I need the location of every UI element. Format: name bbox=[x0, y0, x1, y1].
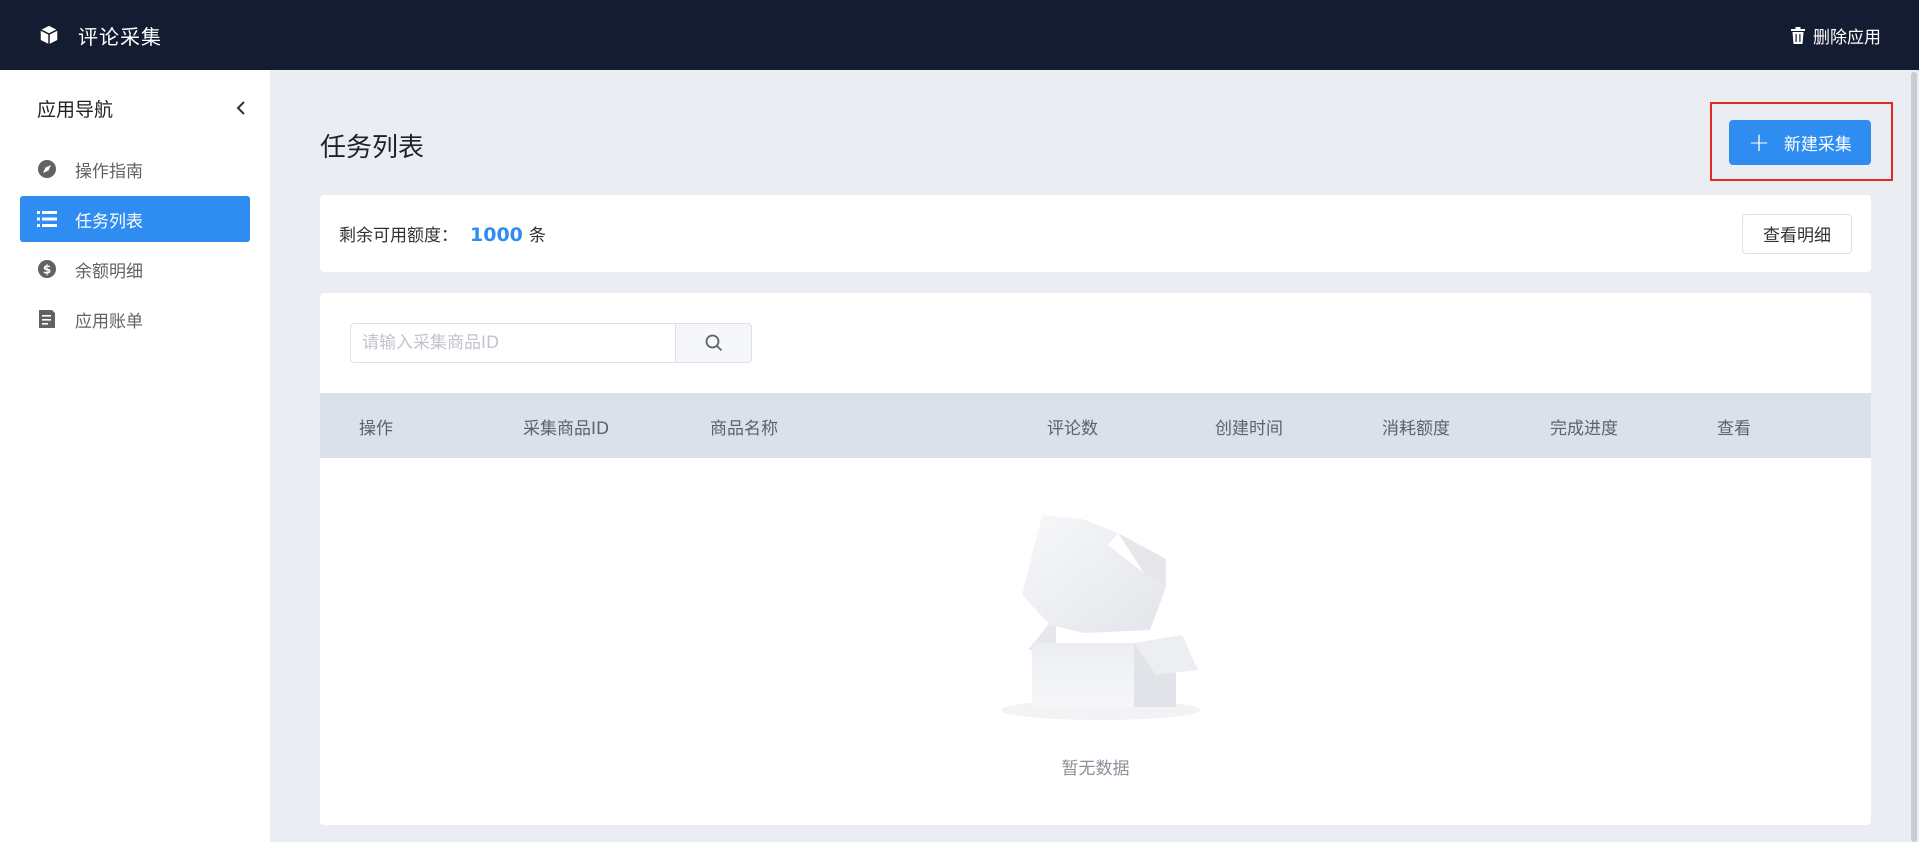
task-table-card: 操作 采集商品ID 商品名称 评论数 创建时间 消耗额度 完成进度 查看 bbox=[320, 293, 1871, 825]
sidebar-item-tasks[interactable]: 任务列表 bbox=[20, 196, 250, 242]
search-bar bbox=[350, 323, 752, 363]
sidebar-item-balance[interactable]: $ 余额明细 bbox=[20, 246, 250, 292]
sidebar-heading: 应用导航 bbox=[37, 98, 114, 121]
sidebar-item-label: 操作指南 bbox=[75, 161, 143, 182]
new-collection-label: 新建采集 bbox=[1783, 135, 1852, 155]
new-collection-button[interactable]: + 新建采集 bbox=[1729, 120, 1871, 165]
search-button[interactable] bbox=[675, 323, 752, 363]
app-title: 评论采集 bbox=[78, 24, 162, 49]
column-header: 查看 bbox=[1717, 419, 1751, 439]
search-icon bbox=[705, 334, 722, 352]
quota-value: 1000 bbox=[470, 224, 523, 246]
view-details-button[interactable]: 查看明细 bbox=[1742, 213, 1852, 254]
page-title: 任务列表 bbox=[320, 133, 425, 163]
chevron-left-icon bbox=[236, 101, 245, 115]
collapse-sidebar-button[interactable] bbox=[230, 97, 252, 119]
quota-info: 剩余可用额度： 1000 条 bbox=[339, 221, 546, 246]
trash-icon bbox=[1791, 26, 1805, 44]
delete-app-label: 删除应用 bbox=[1813, 27, 1881, 48]
sidebar: 应用导航 操作指南 任务列表 $ 余额明细 应用账单 bbox=[0, 70, 270, 842]
column-header: 操作 bbox=[359, 419, 393, 439]
column-header: 创建时间 bbox=[1215, 419, 1283, 439]
brand: 评论采集 bbox=[38, 21, 162, 50]
dollar-icon: $ bbox=[37, 259, 57, 279]
quota-label: 剩余可用额度： bbox=[339, 226, 458, 246]
column-header: 消耗额度 bbox=[1382, 419, 1450, 439]
delete-app-button[interactable]: 删除应用 bbox=[1790, 23, 1881, 48]
sidebar-item-label: 余额明细 bbox=[75, 261, 143, 282]
sidebar-item-label: 任务列表 bbox=[75, 211, 143, 232]
sidebar-item-guide[interactable]: 操作指南 bbox=[20, 146, 250, 192]
quota-card: 剩余可用额度： 1000 条 查看明细 bbox=[320, 195, 1871, 272]
empty-box-icon bbox=[1001, 515, 1201, 720]
sidebar-item-label: 应用账单 bbox=[75, 311, 143, 332]
column-header: 商品名称 bbox=[710, 419, 778, 439]
sidebar-item-bill[interactable]: 应用账单 bbox=[20, 296, 250, 342]
scrollbar[interactable] bbox=[1911, 72, 1917, 842]
top-bar: 评论采集 删除应用 bbox=[0, 0, 1919, 70]
cube-icon bbox=[40, 25, 58, 45]
compass-icon bbox=[37, 159, 57, 179]
table-header: 操作 采集商品ID 商品名称 评论数 创建时间 消耗额度 完成进度 查看 bbox=[320, 393, 1871, 458]
svg-text:$: $ bbox=[43, 263, 51, 277]
document-icon bbox=[37, 309, 57, 329]
column-header: 完成进度 bbox=[1550, 419, 1618, 439]
empty-text: 暂无数据 bbox=[1061, 759, 1130, 779]
sidebar-header: 应用导航 bbox=[0, 70, 270, 146]
search-input[interactable] bbox=[350, 323, 675, 363]
main-content: 任务列表 + 新建采集 剩余可用额度： 1000 条 查看明细 操作 采集商品I… bbox=[270, 70, 1919, 842]
plus-icon: + bbox=[1748, 127, 1770, 158]
list-icon bbox=[37, 209, 57, 229]
column-header: 采集商品ID bbox=[523, 419, 610, 439]
column-header: 评论数 bbox=[1047, 419, 1098, 439]
empty-state: 暂无数据 bbox=[320, 458, 1871, 825]
quota-unit: 条 bbox=[528, 226, 546, 246]
